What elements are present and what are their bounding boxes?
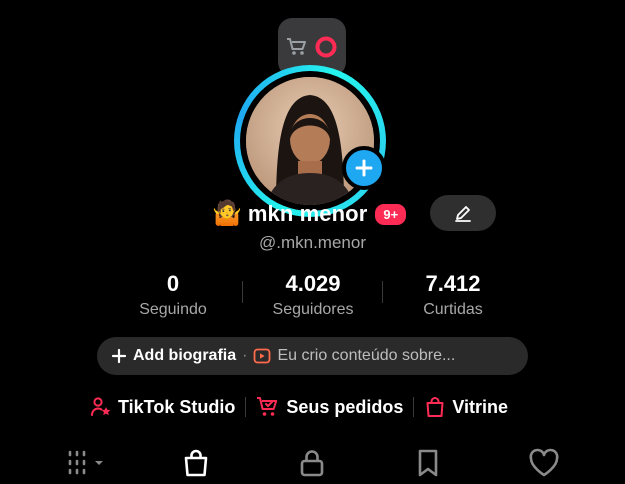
notification-badge[interactable]: 9+ [375,203,407,225]
display-name[interactable]: mkn menor [248,201,367,227]
stat-following[interactable]: 0 Seguindo [108,272,238,319]
grid-icon [68,450,103,475]
add-bio-pill[interactable]: Add biografia · Eu crio conteúdo sobre..… [97,337,528,375]
heart-icon [529,448,559,477]
bio-separator: · [242,347,248,364]
following-count: 0 [166,271,180,296]
shopping-bag-icon [184,449,208,477]
plus-icon [355,159,373,177]
tab-videos[interactable] [62,446,110,480]
add-story-button[interactable] [342,146,386,190]
profile-name-row: 🤷 mkn menor 9+ [212,196,407,232]
showcase-label: Vitrine [452,396,509,417]
stat-divider [382,281,383,303]
link-separator [245,397,247,417]
add-bio-label: Add biografia [133,347,237,364]
showcase-link[interactable]: Vitrine [424,396,508,418]
bookmark-icon [418,449,438,477]
edit-profile-button[interactable] [430,195,496,231]
stat-followers[interactable]: 4.029 Seguidores [248,272,378,319]
quick-links: TikTok Studio Seus pedidos Vitrine [90,392,508,422]
person-star-icon [91,397,111,416]
likes-count: 7.412 [425,271,481,296]
tiktok-studio-label: TikTok Studio [118,396,236,417]
bio-suggestion: Eu crio conteúdo sobre... [277,347,456,364]
stat-divider [242,281,243,303]
stat-likes[interactable]: 7.412 Curtidas [388,272,518,319]
name-emoji: 🤷 [212,200,242,227]
your-orders-label: Seus pedidos [286,396,404,417]
tab-private[interactable] [292,446,332,480]
cart-icon [287,38,306,55]
following-label: Seguindo [139,301,207,318]
pencil-icon [455,206,471,222]
shopping-bag-icon [426,397,444,417]
link-separator [413,397,415,417]
tiktok-studio-link[interactable]: TikTok Studio [90,396,235,418]
followers-count: 4.029 [285,271,341,296]
followers-label: Seguidores [272,301,354,318]
likes-label: Curtidas [423,301,483,318]
your-orders-link[interactable]: Seus pedidos [256,396,403,418]
plus-icon [111,348,127,364]
username-handle: @.mkn.menor [258,233,366,252]
cart-check-icon [257,397,278,416]
lock-icon [300,450,324,477]
video-play-icon [254,348,271,364]
tab-saved[interactable] [408,446,448,480]
tab-shop[interactable] [176,446,216,480]
tab-liked[interactable] [524,446,564,480]
live-circle-icon [315,36,337,58]
